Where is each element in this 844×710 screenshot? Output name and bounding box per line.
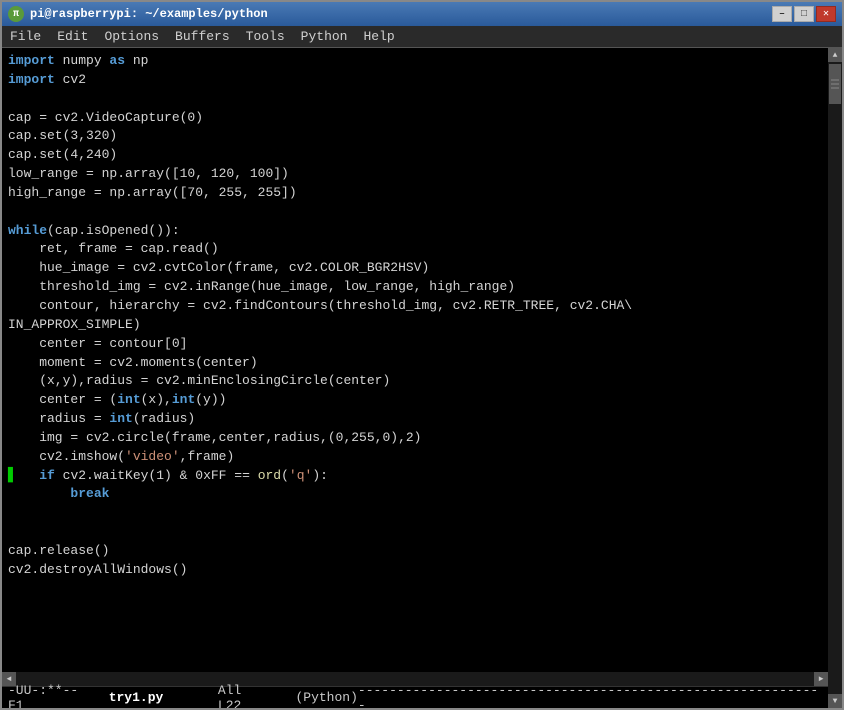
title-bar-left: π pi@raspberrypi: ~/examples/python bbox=[8, 6, 268, 22]
maximize-button[interactable]: □ bbox=[794, 6, 814, 22]
scroll-thumb-lines bbox=[829, 80, 841, 89]
window-title: pi@raspberrypi: ~/examples/python bbox=[30, 7, 268, 21]
emacs-dashes: ----------------------------------------… bbox=[358, 683, 822, 709]
emacs-position: All L22 bbox=[218, 683, 272, 709]
editor-container: import numpy as np import cv2 cap = cv2.… bbox=[2, 48, 842, 708]
scroll-line-2 bbox=[831, 84, 839, 85]
close-button[interactable]: ✕ bbox=[816, 6, 836, 22]
menu-tools[interactable]: Tools bbox=[244, 29, 287, 44]
window-icon: π bbox=[8, 6, 24, 22]
main-window: π pi@raspberrypi: ~/examples/python – □ … bbox=[0, 0, 844, 710]
title-bar-controls: – □ ✕ bbox=[772, 6, 836, 22]
emacs-mode: -UU-:**--F1 bbox=[8, 683, 93, 709]
menu-help[interactable]: Help bbox=[361, 29, 396, 44]
scroll-track-vertical[interactable] bbox=[828, 62, 842, 694]
menu-file[interactable]: File bbox=[8, 29, 43, 44]
emacs-space1 bbox=[93, 690, 109, 705]
scroll-up-button[interactable]: ▲ bbox=[828, 48, 842, 62]
emacs-filename: try1.py bbox=[109, 690, 164, 705]
menu-options[interactable]: Options bbox=[102, 29, 161, 44]
emacs-space2 bbox=[163, 690, 218, 705]
emacs-status-bar: -UU-:**--F1 try1.py All L22 (Python) ---… bbox=[2, 686, 828, 708]
scroll-line-3 bbox=[831, 88, 839, 89]
menu-edit[interactable]: Edit bbox=[55, 29, 90, 44]
vertical-scrollbar[interactable]: ▲ ▼ bbox=[828, 48, 842, 708]
scroll-thumb[interactable] bbox=[829, 64, 841, 104]
scroll-line-1 bbox=[831, 80, 839, 81]
editor-main: import numpy as np import cv2 cap = cv2.… bbox=[2, 48, 828, 708]
scroll-down-button[interactable]: ▼ bbox=[828, 694, 842, 708]
minimize-button[interactable]: – bbox=[772, 6, 792, 22]
menu-buffers[interactable]: Buffers bbox=[173, 29, 232, 44]
code-editor[interactable]: import numpy as np import cv2 cap = cv2.… bbox=[2, 48, 828, 672]
menu-python[interactable]: Python bbox=[299, 29, 350, 44]
emacs-lang: (Python) bbox=[295, 690, 357, 705]
title-bar: π pi@raspberrypi: ~/examples/python – □ … bbox=[2, 2, 842, 26]
emacs-space3 bbox=[272, 690, 295, 705]
menu-bar: File Edit Options Buffers Tools Python H… bbox=[2, 26, 842, 48]
